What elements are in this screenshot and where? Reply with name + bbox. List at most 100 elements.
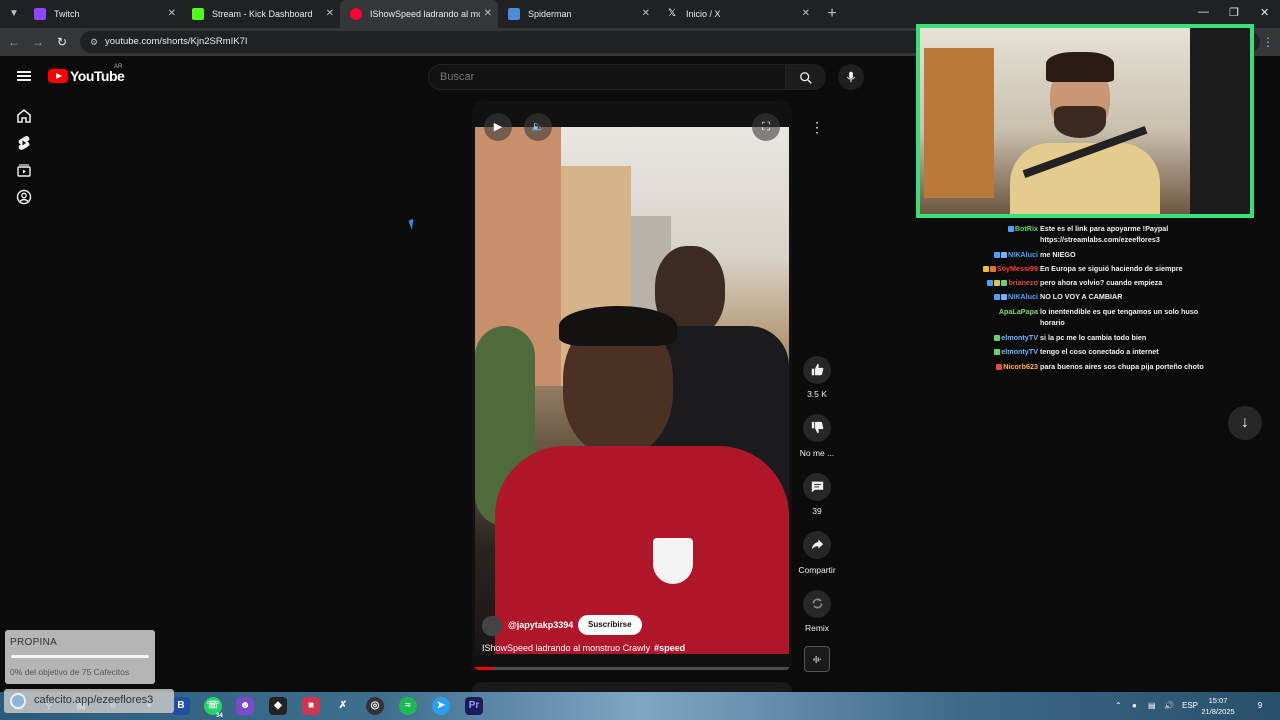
close-icon[interactable]: ✕ — [802, 0, 810, 28]
sub-badge-icon — [994, 335, 1001, 341]
chat-username[interactable]: BotRix — [920, 223, 1038, 234]
notification-center[interactable]: 9 — [1252, 698, 1268, 714]
menu-icon[interactable] — [17, 71, 31, 81]
hashtag-link[interactable]: #speed — [654, 643, 685, 653]
notification-count: 9 — [1257, 701, 1263, 710]
chat-username[interactable]: NIKAluci — [920, 291, 1038, 302]
volume-tray-icon[interactable]: 🔊 — [1164, 692, 1174, 720]
chat-username[interactable]: brianezo — [920, 277, 1038, 288]
network-icon[interactable]: ▤ — [1148, 692, 1156, 720]
minimize-icon[interactable]: — — [1198, 6, 1209, 18]
whatsapp-icon[interactable]: ☏ 34 — [204, 697, 223, 719]
window-close-icon[interactable]: ✕ — [1260, 6, 1269, 19]
browser-menu-icon[interactable]: ⋮ — [1262, 35, 1274, 49]
tip-link-banner: cafecito.app/ezeeflores3 — [4, 689, 174, 713]
dislike-label: No me ... — [799, 448, 835, 458]
tab-title: Inicio / X — [686, 9, 721, 19]
site-info-icon[interactable]: ⚙ — [88, 36, 100, 48]
chat-username[interactable]: elmontyTV — [920, 346, 1038, 357]
shorts-player[interactable]: ▶ 🔈 ⛶ @japytakp3394 Suscribirse IShowSpe… — [472, 101, 792, 671]
close-icon[interactable]: ✕ — [642, 0, 650, 28]
back-icon[interactable]: ← — [6, 34, 22, 50]
microphone-tray-icon[interactable]: ● — [1132, 692, 1137, 720]
reload-icon[interactable]: ↻ — [54, 34, 70, 50]
more-options-icon[interactable]: ⋮ — [804, 114, 830, 140]
chat-username[interactable]: elmontyTV — [920, 332, 1038, 343]
youtube-play-icon — [48, 69, 68, 83]
telegram-icon[interactable]: ➤ — [432, 697, 450, 715]
red-app-icon[interactable]: ■ — [302, 697, 320, 715]
sub-badge-icon — [994, 349, 1001, 355]
voice-search-button[interactable] — [838, 64, 864, 90]
video-progress-bar[interactable] — [475, 667, 789, 670]
share-button[interactable] — [803, 531, 831, 559]
comments-button[interactable] — [803, 473, 831, 501]
new-tab-button[interactable]: + — [822, 4, 842, 24]
video-frame[interactable] — [475, 126, 789, 654]
tab-youtube-short[interactable]: IShowSpeed ladrando al monstruo ✕ — [340, 0, 498, 28]
video-progress-fill — [475, 667, 494, 670]
share-label: Compartir — [798, 565, 836, 575]
volume-icon[interactable]: 🔈 — [524, 113, 552, 141]
microphone-icon — [846, 71, 856, 83]
search-button[interactable] — [786, 64, 826, 90]
eagle-crest-icon — [653, 538, 693, 584]
webcam-overlay — [916, 24, 1254, 218]
tab-twitch[interactable]: Twitch ✕ — [24, 0, 182, 28]
url-text[interactable]: youtube.com/shorts/Kjn2SRmIK7I — [105, 31, 248, 53]
capcut-icon[interactable]: ✗ — [334, 697, 352, 715]
webcam-door — [1190, 28, 1250, 214]
gift-badge-icon — [994, 280, 1001, 286]
facebook-app-icon[interactable]: B — [172, 697, 190, 715]
tab-title: Spiderman — [528, 9, 572, 19]
remix-button[interactable] — [803, 590, 831, 618]
verified-badge-icon — [994, 252, 1001, 258]
dislike-button[interactable] — [803, 414, 831, 442]
subscribe-button[interactable]: Suscribirse — [578, 615, 642, 635]
tab-search-button[interactable]: ▼ — [4, 4, 24, 24]
play-icon[interactable]: ▶ — [484, 113, 512, 141]
tip-progress-bar — [11, 655, 149, 658]
tab-x[interactable]: 𝕏 Inicio / X ✕ — [656, 0, 816, 28]
fullscreen-icon[interactable]: ⛶ — [752, 113, 780, 141]
channel-name[interactable]: @japytakp3394 — [508, 620, 573, 630]
chat-text: lo inentendible es que tengamos un solo … — [1040, 307, 1199, 327]
streamer — [1010, 52, 1160, 214]
close-icon[interactable]: ✕ — [484, 0, 492, 28]
restore-icon[interactable]: ❐ — [1229, 6, 1239, 19]
sound-button[interactable] — [804, 646, 830, 672]
channel-avatar[interactable] — [482, 616, 502, 636]
epic-games-icon[interactable]: ◆ — [269, 697, 287, 715]
sub-badge-icon — [989, 266, 996, 272]
chat-username[interactable]: SoyMessi99 — [920, 263, 1038, 274]
close-icon[interactable]: ✕ — [326, 0, 334, 28]
tray-chevron-icon[interactable]: ⌃ — [1115, 692, 1122, 720]
home-icon[interactable] — [16, 108, 32, 124]
you-icon[interactable] — [16, 189, 32, 205]
premiere-pro-icon[interactable]: Pr — [465, 697, 483, 715]
like-count: 3.5 K — [807, 389, 827, 399]
chat-username[interactable]: Nicorb623 — [920, 361, 1038, 372]
discord-icon[interactable]: ☻ — [236, 697, 254, 715]
obs-icon[interactable]: ◎ — [366, 697, 384, 715]
tab-kick-dashboard[interactable]: Stream - Kick Dashboard ✕ — [182, 0, 340, 28]
shorts-icon[interactable] — [16, 135, 32, 151]
close-icon[interactable]: ✕ — [168, 0, 176, 28]
forward-icon[interactable]: → — [30, 34, 46, 50]
chat-text: tengo el coso conectado a internet — [1040, 347, 1159, 356]
remix-icon — [812, 598, 822, 609]
like-button[interactable] — [803, 356, 831, 384]
tip-goal-text: 0% del objetivo de 75 Cafecitos — [10, 667, 130, 677]
language-indicator[interactable]: ESP — [1182, 692, 1198, 720]
tab-spiderman[interactable]: Spiderman ✕ — [498, 0, 656, 28]
streamer-beard — [1054, 106, 1106, 138]
thumbs-down-icon — [811, 421, 823, 434]
chat-username[interactable]: NIKAluci — [920, 249, 1038, 260]
next-video-button[interactable]: ↓ — [1228, 406, 1262, 440]
chat-username[interactable]: ApaLaPapa — [920, 306, 1038, 317]
search-input[interactable] — [428, 64, 786, 90]
audio-waveform-icon — [813, 656, 821, 663]
spotify-icon[interactable]: ≈ — [399, 697, 417, 715]
system-clock[interactable]: 15:07 21/8/2025 — [1198, 695, 1238, 717]
subscriptions-icon[interactable] — [16, 162, 32, 178]
